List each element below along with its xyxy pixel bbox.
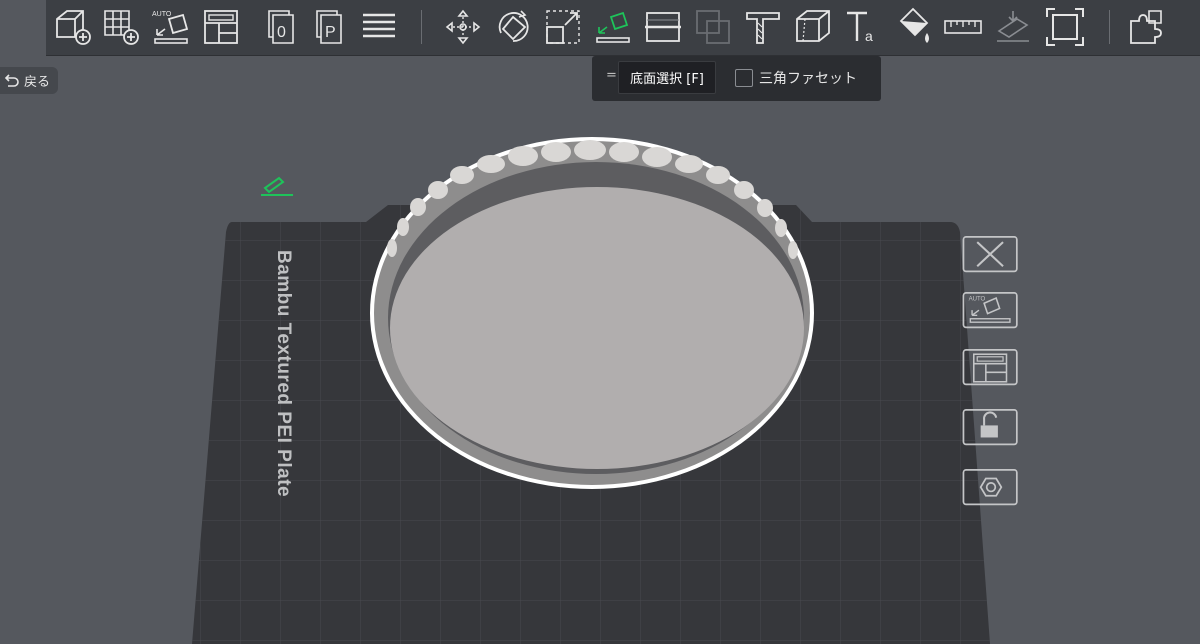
lock-icon[interactable] (960, 407, 1022, 449)
move-icon[interactable] (442, 6, 484, 48)
scale-icon[interactable] (542, 6, 584, 48)
top-toolbar: AUTO 0 P a (46, 0, 1200, 56)
nut-icon[interactable] (960, 467, 1022, 509)
boolean-icon[interactable] (692, 6, 734, 48)
add-plate-icon[interactable] (100, 6, 142, 48)
measure-icon[interactable] (942, 6, 984, 48)
add-object-icon[interactable] (52, 6, 94, 48)
assembly-icon[interactable] (992, 6, 1034, 48)
undo-arrow-icon (4, 73, 19, 87)
tooltip: 底面選択 [F] (618, 61, 716, 94)
fullscreen-icon[interactable] (1044, 6, 1086, 48)
facet-checkbox-label: 三角ファセット (759, 71, 857, 87)
facet-checkbox-row[interactable]: 三角ファセット (735, 68, 857, 88)
cut-icon[interactable] (642, 6, 684, 48)
toolbar-separator (421, 10, 422, 44)
plate-0-icon[interactable]: 0 (262, 6, 304, 48)
arrange-icon[interactable] (200, 6, 242, 48)
bed-label: Bambu Textured PEI Plate (273, 250, 294, 497)
tray-floor (390, 187, 804, 469)
back-button[interactable]: 戻る (0, 67, 59, 94)
text-icon[interactable]: a (842, 6, 884, 48)
support-paint-icon[interactable] (742, 6, 784, 48)
plate-p-icon[interactable]: P (310, 6, 352, 48)
back-label: 戻る (24, 75, 51, 90)
layers-list-icon[interactable] (358, 6, 400, 48)
popover-partial-text: = (606, 68, 617, 83)
close-icon[interactable] (960, 234, 1022, 276)
color-paint-icon[interactable] (892, 6, 934, 48)
svg-text:AUTO: AUTO (969, 297, 986, 303)
auto-orient-side-icon[interactable]: AUTO (960, 290, 1022, 332)
edit-pencil-icon[interactable] (259, 172, 297, 198)
lay-on-face-icon[interactable] (592, 6, 634, 48)
svg-text:a: a (865, 28, 873, 44)
seam-paint-icon[interactable] (792, 6, 834, 48)
svg-text:P: P (325, 24, 336, 41)
auto-orient-icon[interactable]: AUTO (150, 6, 192, 48)
puzzle-icon[interactable] (1126, 6, 1168, 48)
toolbar-separator (1109, 10, 1110, 44)
svg-text:0: 0 (277, 24, 286, 41)
rotate-icon[interactable] (492, 6, 534, 48)
arrange-side-icon[interactable] (960, 347, 1022, 389)
facet-checkbox[interactable] (735, 69, 753, 87)
svg-text:AUTO: AUTO (152, 11, 172, 18)
